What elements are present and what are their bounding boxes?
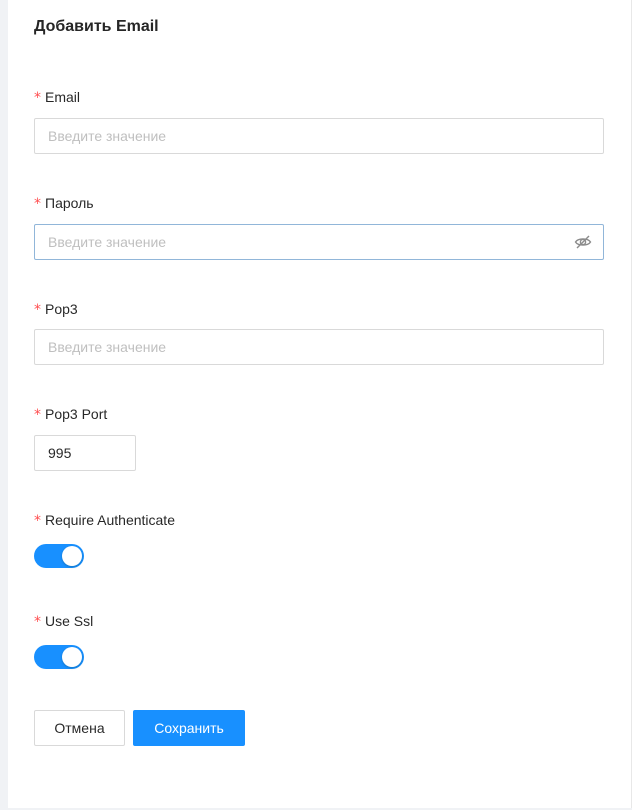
add-email-panel: Добавить Email *Email *Пароль *Pop3 *Pop… [8,0,632,808]
require-authenticate-label: * Require Authenticate [34,510,175,531]
email-input[interactable] [34,118,604,154]
save-button[interactable]: Сохранить [133,710,245,746]
password-label-text: Пароль [45,195,94,211]
require-authenticate-label-text: Require Authenticate [45,512,175,528]
password-field [34,224,604,260]
use-ssl-toggle[interactable] [34,645,84,669]
required-mark: * [34,614,41,630]
required-mark: * [34,196,41,212]
required-mark: * [34,90,41,106]
pop3-port-label: * Pop3 Port [34,404,107,425]
require-authenticate-toggle[interactable] [34,544,84,568]
use-ssl-label: * Use Ssl [34,611,93,632]
required-mark: * [34,302,41,318]
pop3-label: * Pop3 [34,299,78,320]
required-mark: * [34,513,41,529]
password-input[interactable] [34,224,604,260]
email-label: * Email [34,87,80,108]
required-mark: * [34,407,41,423]
use-ssl-label-text: Use Ssl [45,613,94,629]
eye-invisible-icon[interactable] [574,233,592,251]
pop3-port-input[interactable]: 995 [34,435,136,471]
form-title: Добавить Email [34,18,159,35]
cancel-button[interactable]: Отмена [34,710,125,746]
pop3-label-text: Pop3 [45,301,78,317]
pop3-input[interactable] [34,329,604,365]
pop3-port-label-text: Pop3 Port [45,406,108,422]
password-label: * Пароль [34,193,94,214]
toggle-knob [62,546,82,566]
toggle-knob [62,647,82,667]
email-label-text: Email [45,89,81,105]
